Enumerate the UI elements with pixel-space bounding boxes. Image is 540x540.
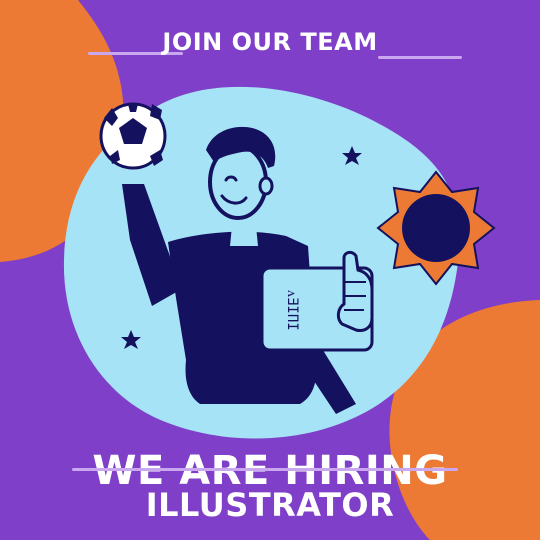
- decorative-line-right: [378, 56, 462, 59]
- role-subheadline: ILLUSTRATOR: [145, 486, 395, 524]
- join-team-title: JOIN OUR TEAM: [162, 28, 378, 56]
- headline-strike-line: [72, 468, 458, 471]
